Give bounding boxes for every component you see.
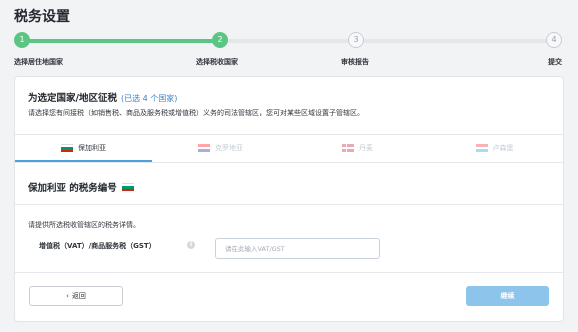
country-tabs: 保加利亚 克罗地亚 丹麦 卢森堡 (15, 134, 563, 162)
selected-count: (已选 4 个国家) (120, 94, 178, 103)
step-3-label: 审核报告 (341, 58, 369, 66)
bulgaria-flag-icon (61, 144, 73, 152)
tab-bulgaria[interactable]: 保加利亚 (15, 134, 152, 162)
chevron-left-icon: ‹ (66, 292, 69, 300)
tab-luxembourg[interactable]: 卢森堡 (426, 134, 563, 162)
vat-gst-input[interactable] (215, 238, 380, 259)
luxembourg-flag-icon (475, 144, 488, 152)
step-2-label: 选择税收国家 (196, 58, 238, 66)
continue-button[interactable]: 继续 (466, 286, 549, 306)
back-button[interactable]: ‹ 返回 (29, 286, 123, 306)
tab-denmark[interactable]: 丹麦 (289, 134, 426, 162)
jurisdiction-description: 请选择您有间接税（如销售税、商品及服务税或增值税）义务的司法管辖区，您可对某些区… (28, 109, 364, 117)
divider (15, 162, 563, 163)
page-title: 税务设置 (14, 9, 70, 25)
tab-label: 丹麦 (359, 144, 373, 152)
bulgaria-flag-icon (121, 183, 134, 191)
croatia-flag-icon (198, 144, 210, 152)
tax-number-description: 请提供所选税收管辖区的税务详情。 (28, 221, 140, 229)
vat-gst-label: 增值税（VAT）/商品服务税（GST） (39, 242, 156, 250)
denmark-flag-icon (342, 144, 354, 152)
stepper-progress-track (220, 39, 554, 43)
tab-label: 卢森堡 (492, 144, 514, 152)
step-3-indicator: 3 (348, 32, 364, 48)
step-2-indicator: 2 (212, 32, 228, 48)
tax-number-title-text: 保加利亚 的税务编号 (28, 183, 117, 194)
tab-croatia[interactable]: 克罗地亚 (152, 134, 289, 162)
tab-label: 克罗地亚 (215, 144, 243, 152)
step-4-label: 提交 (548, 58, 562, 66)
jurisdiction-title-text: 为选定国家/地区征税 (28, 93, 117, 104)
tax-settings-card: 为选定国家/地区征税 (已选 4 个国家) 请选择您有间接税（如销售税、商品及服务… (14, 76, 564, 322)
step-1-label: 选择居住地国家 (14, 58, 63, 66)
divider (15, 204, 563, 205)
tab-label: 保加利亚 (78, 144, 106, 152)
step-4-indicator: 4 (546, 32, 562, 48)
step-1-indicator: 1 (14, 32, 30, 48)
stepper-progress-fill (22, 39, 220, 43)
divider (15, 272, 563, 273)
info-icon[interactable]: i (187, 241, 195, 249)
back-button-label: 返回 (71, 292, 86, 300)
jurisdiction-title: 为选定国家/地区征税 (已选 4 个国家) (28, 90, 177, 104)
progress-stepper: 1 2 3 4 选择居住地国家 选择税收国家 审核报告 提交 (0, 30, 578, 70)
tax-number-title: 保加利亚 的税务编号 (28, 180, 134, 194)
continue-button-label: 继续 (500, 292, 515, 300)
